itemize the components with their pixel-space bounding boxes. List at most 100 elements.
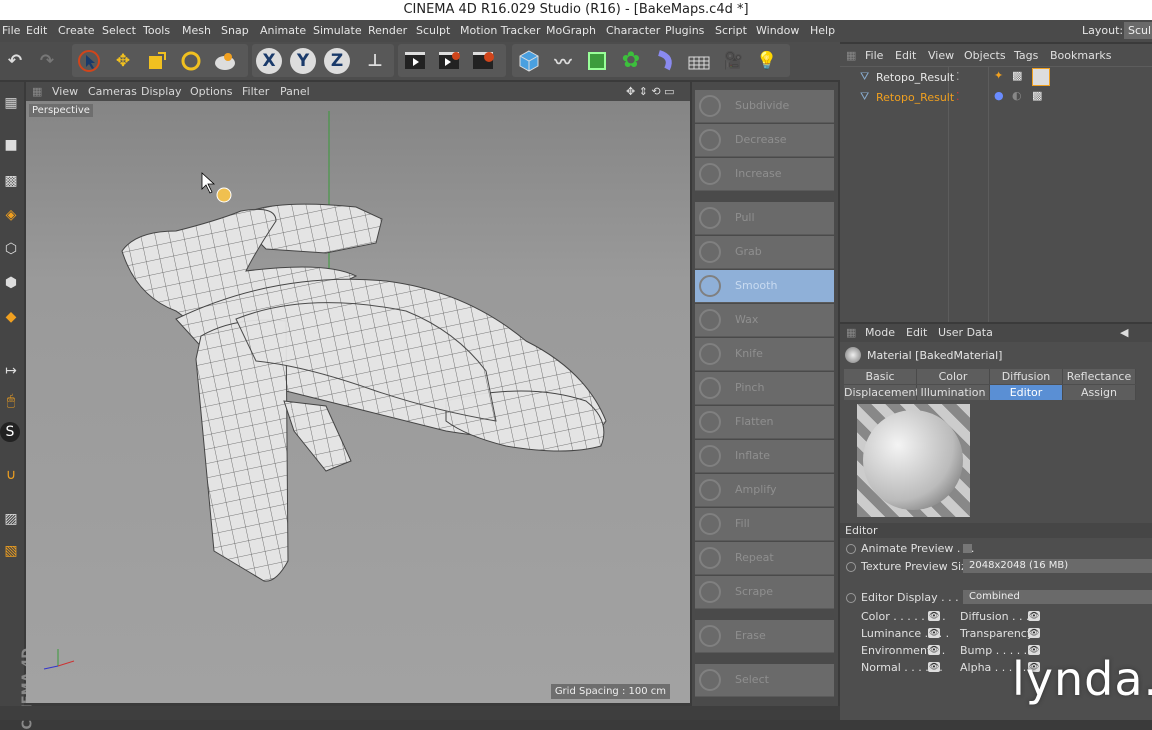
viewport-menu-view[interactable]: View xyxy=(52,85,78,98)
erase-button[interactable]: Erase xyxy=(695,620,834,653)
layout-dropdown[interactable]: Sculp xyxy=(1124,22,1152,39)
object-row[interactable]: ⛛ Retopo_Result ⁚ ✦ ▩ xyxy=(844,68,1152,87)
floor-icon[interactable] xyxy=(684,45,714,76)
model-mode-icon[interactable]: ■ xyxy=(0,132,22,158)
lock-workplane-icon[interactable]: ▨ xyxy=(0,506,22,532)
lock-y-icon[interactable]: Y xyxy=(290,48,316,74)
planar-workplane-icon[interactable]: ▧ xyxy=(0,538,22,564)
tab-displacement[interactable]: Displacement xyxy=(844,385,920,400)
am-menu-edit[interactable]: Edit xyxy=(906,326,927,339)
flatten-button[interactable]: Flatten xyxy=(695,406,834,439)
channel-color-toggle-icon[interactable]: 👁 xyxy=(928,611,940,621)
om-menu-edit[interactable]: Edit xyxy=(895,49,916,62)
channel-luminance-toggle-icon[interactable]: 👁 xyxy=(928,628,940,638)
scale-icon[interactable] xyxy=(142,45,172,76)
viewport-menu-filter[interactable]: Filter xyxy=(242,85,269,98)
magnet-icon[interactable]: ∪ xyxy=(0,462,22,488)
animate-preview-radio[interactable] xyxy=(846,544,856,554)
light-icon[interactable]: 💡 xyxy=(752,45,782,76)
menu-mesh[interactable]: Mesh xyxy=(182,24,211,37)
viewport-menu-display[interactable]: Display xyxy=(141,85,182,98)
live-selection-icon[interactable] xyxy=(74,45,104,76)
texture-mode-icon[interactable]: ▩ xyxy=(0,168,22,194)
tag-icon[interactable]: ◐ xyxy=(1012,89,1022,102)
pull-button[interactable]: Pull xyxy=(695,202,834,235)
texture-preview-size-dropdown[interactable]: 2048x2048 (16 MB) xyxy=(963,559,1152,573)
render-settings-icon[interactable] xyxy=(468,45,498,76)
material-tag-icon[interactable] xyxy=(1032,68,1050,86)
wax-button[interactable]: Wax xyxy=(695,304,834,337)
am-menu-user-data[interactable]: User Data xyxy=(938,326,993,339)
sphere-tag-icon[interactable]: ● xyxy=(994,89,1004,102)
menu-snap[interactable]: Snap xyxy=(221,24,249,37)
knife-button[interactable]: Knife xyxy=(695,338,834,371)
select-button[interactable]: Select xyxy=(695,664,834,697)
visibility-toggle-icon[interactable]: ⁚ xyxy=(956,90,960,103)
channel-normal-toggle-icon[interactable]: 👁 xyxy=(928,662,940,672)
tab-basic[interactable]: Basic xyxy=(844,369,917,384)
inflate-button[interactable]: Inflate xyxy=(695,440,834,473)
channel-transparency-toggle-icon[interactable]: 👁 xyxy=(1028,628,1040,638)
viewport-menu-panel[interactable]: Panel xyxy=(280,85,310,98)
pinch-button[interactable]: Pinch xyxy=(695,372,834,405)
amplify-button[interactable]: Amplify xyxy=(695,474,834,507)
menu-simulate[interactable]: Simulate xyxy=(313,24,362,37)
render-view-icon[interactable] xyxy=(400,45,430,76)
viewport-navigation-icons[interactable]: ✥ ⇕ ⟲ ▭ xyxy=(626,85,675,98)
animate-preview-checkbox[interactable] xyxy=(963,544,972,553)
menu-plugins[interactable]: Plugins xyxy=(665,24,704,37)
perspective-viewport[interactable]: Perspective Grid Spacing : 100 cm xyxy=(26,101,690,703)
menu-edit[interactable]: Edit xyxy=(26,24,47,37)
scrape-button[interactable]: Scrape xyxy=(695,576,834,609)
menu-animate[interactable]: Animate xyxy=(260,24,306,37)
render-picture-viewer-icon[interactable] xyxy=(434,45,464,76)
workplane-icon[interactable]: ◈ xyxy=(0,202,22,228)
viewport-menu-options[interactable]: Options xyxy=(190,85,232,98)
subdivide-button[interactable]: Subdivide xyxy=(695,90,834,123)
menu-tools[interactable]: Tools xyxy=(143,24,170,37)
tab-assign[interactable]: Assign xyxy=(1063,385,1136,400)
channel-diffusion-toggle-icon[interactable]: 👁 xyxy=(1028,611,1040,621)
points-mode-icon[interactable]: ⬡ xyxy=(0,236,22,262)
repeat-button[interactable]: Repeat xyxy=(695,542,834,575)
increase-button[interactable]: Increase xyxy=(695,158,834,191)
camera-icon[interactable]: 🎥 xyxy=(718,45,748,76)
tweak-mode-icon[interactable]: 🖱 xyxy=(0,388,22,414)
menu-character[interactable]: Character xyxy=(606,24,660,37)
pen-icon[interactable]: 〰 xyxy=(548,45,578,76)
back-arrow-icon[interactable]: ◀ xyxy=(1120,326,1128,339)
move-icon[interactable]: ✥ xyxy=(108,45,138,76)
snapping-icon[interactable]: S xyxy=(0,422,20,442)
menu-render[interactable]: Render xyxy=(368,24,407,37)
viewport-menu-cameras[interactable]: Cameras xyxy=(88,85,137,98)
grab-button[interactable]: Grab xyxy=(695,236,834,269)
cloner-icon[interactable]: ✿ xyxy=(616,45,646,76)
make-editable-icon[interactable]: ▦ xyxy=(0,90,22,116)
subdivision-icon[interactable] xyxy=(582,45,612,76)
object-row[interactable]: ⛛ Retopo_Result ⁚ ● ◐ ▩ xyxy=(844,89,1152,107)
material-preview[interactable] xyxy=(857,404,970,517)
om-menu-view[interactable]: View xyxy=(928,49,954,62)
polygons-mode-icon[interactable]: ◆ xyxy=(0,304,22,330)
decrease-button[interactable]: Decrease xyxy=(695,124,834,157)
editor-display-dropdown[interactable]: Combined xyxy=(963,590,1152,604)
edges-mode-icon[interactable]: ⬢ xyxy=(0,270,22,296)
tab-reflectance[interactable]: Reflectance xyxy=(1063,369,1136,384)
fill-button[interactable]: Fill xyxy=(695,508,834,541)
menu-help[interactable]: Help xyxy=(810,24,835,37)
lock-x-icon[interactable]: X xyxy=(256,48,282,74)
texture-preview-radio[interactable] xyxy=(846,562,856,572)
menu-motion-tracker[interactable]: Motion Tracker xyxy=(460,24,540,37)
world-coordinates-icon[interactable]: ⊥ xyxy=(360,45,390,76)
om-menu-objects[interactable]: Objects xyxy=(964,49,1006,62)
deformer-icon[interactable] xyxy=(650,45,680,76)
recent-tool-icon[interactable] xyxy=(210,45,240,76)
menu-sculpt[interactable]: Sculpt xyxy=(416,24,450,37)
tag-icon[interactable]: ✦ xyxy=(994,69,1003,82)
tab-editor[interactable]: Editor xyxy=(990,385,1063,400)
menu-select[interactable]: Select xyxy=(102,24,136,37)
tab-illumination[interactable]: Illumination xyxy=(917,385,990,400)
redo-icon[interactable]: ↷ xyxy=(32,45,62,76)
menu-window[interactable]: Window xyxy=(756,24,799,37)
axis-mode-icon[interactable]: ↦ xyxy=(0,358,22,384)
